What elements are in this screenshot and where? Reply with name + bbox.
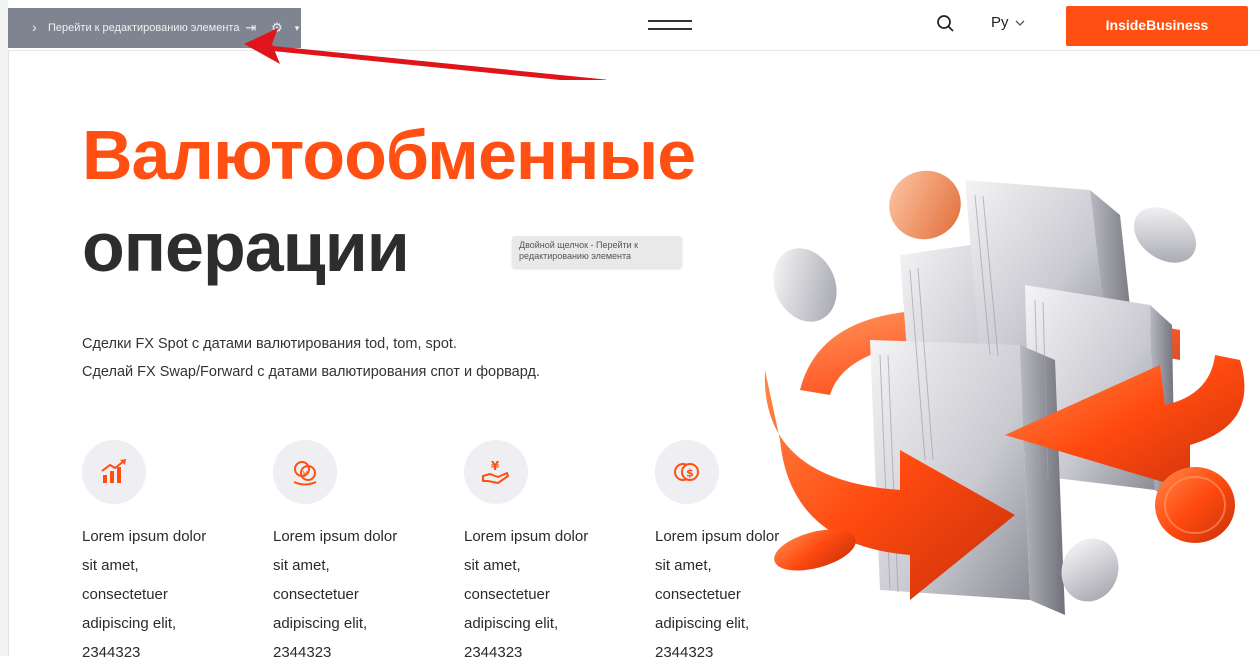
feature-text-line: sit amet, <box>273 557 330 574</box>
annotation-arrow <box>244 28 607 80</box>
feature-icon-circle: ¥ <box>464 440 528 504</box>
language-label: Ру <box>991 14 1009 31</box>
feature-text-line: Lorem ipsum dolor <box>464 528 589 545</box>
menu-hamburger-icon[interactable] <box>648 17 692 33</box>
search-icon[interactable] <box>936 14 956 34</box>
hero-title-line1: Валютообменные <box>82 116 696 194</box>
yen-hand-icon: ¥ <box>482 459 509 484</box>
growth-chart-icon <box>101 459 126 483</box>
feature-icon-circle: $ <box>655 440 719 504</box>
feature-text-line: 2344323 <box>82 644 141 661</box>
feature-text-line: consectetuer <box>464 586 550 603</box>
edit-element-link[interactable]: Перейти к редактированию элемента <box>48 22 239 34</box>
feature-text-line: consectetuer <box>273 586 359 603</box>
chevron-right-icon: › <box>32 19 37 35</box>
feature-text-line: consectetuer <box>82 586 168 603</box>
feature-text-line: sit amet, <box>464 557 521 574</box>
browser-left-edge <box>0 0 9 656</box>
feature-text-line: 2344323 <box>655 644 714 661</box>
feature-icon-circle: ¥ <box>273 440 337 504</box>
feature-text-line: Lorem ipsum dolor <box>82 528 207 545</box>
feature-text: Lorem ipsum dolor sit amet, consectetuer… <box>464 522 624 667</box>
feature-text-line: adipiscing elit, <box>273 615 368 632</box>
feature-item: ¥ Lorem ipsum dolor sit amet, consectetu… <box>464 440 624 667</box>
chevron-down-icon <box>1015 20 1024 26</box>
feature-text-line: Lorem ipsum dolor <box>273 528 398 545</box>
feature-text-line: 2344323 <box>273 644 332 661</box>
currency-exchange-illustration <box>764 170 1245 615</box>
feature-text: Lorem ipsum dolor sit amet, consectetuer… <box>82 522 242 667</box>
language-selector[interactable]: Ру <box>991 14 1025 31</box>
edit-tooltip: Двойной щелчок - Перейти к редактировани… <box>512 236 682 268</box>
feature-text-line: 2344323 <box>464 644 523 661</box>
svg-text:$: $ <box>686 467 694 480</box>
feature-item: Lorem ipsum dolor sit amet, consectetuer… <box>82 440 242 667</box>
currency-exchange-icon: ¥ <box>293 461 317 486</box>
feature-icon-circle <box>82 440 146 504</box>
feature-item: ¥ Lorem ipsum dolor sit amet, consectetu… <box>273 440 433 667</box>
coins-dollar-icon: $ <box>674 463 699 481</box>
hero-title-line2: операции <box>82 208 410 286</box>
subtitle-line-2: Сделай FX Swap/Forward с датами валютиро… <box>82 364 540 380</box>
hero-subtitle: Сделки FX Spot с датами валютирования to… <box>82 330 540 386</box>
feature-text: Lorem ipsum dolor sit amet, consectetuer… <box>273 522 433 667</box>
subtitle-line-1: Сделки FX Spot с датами валютирования to… <box>82 336 457 352</box>
feature-text-line: adipiscing elit, <box>82 615 177 632</box>
feature-text-line: sit amet, <box>82 557 139 574</box>
feature-text-line: adipiscing elit, <box>464 615 559 632</box>
inside-business-button[interactable]: InsideBusiness <box>1066 6 1248 46</box>
svg-text:¥: ¥ <box>302 470 307 479</box>
svg-text:¥: ¥ <box>491 459 500 473</box>
